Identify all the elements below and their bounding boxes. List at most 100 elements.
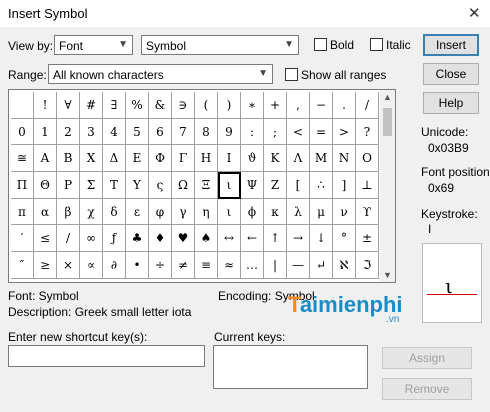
- symbol-cell[interactable]: ι: [218, 198, 241, 226]
- symbol-cell[interactable]: π: [11, 198, 34, 226]
- symbol-cell[interactable]: °: [333, 225, 356, 253]
- show-all-ranges-checkbox[interactable]: [285, 68, 298, 81]
- symbol-cell[interactable]: /: [57, 225, 80, 253]
- remove-button[interactable]: Remove: [382, 378, 472, 400]
- symbol-cell[interactable]: ×: [57, 252, 80, 279]
- symbol-cell[interactable]: 9: [218, 118, 241, 146]
- symbol-cell[interactable]: Ν: [333, 145, 356, 173]
- symbol-cell[interactable]: ν: [333, 198, 356, 226]
- symbol-cell[interactable]: ?: [356, 118, 379, 146]
- symbol-cell[interactable]: 0: [11, 118, 34, 146]
- symbol-cell[interactable]: .: [333, 92, 356, 119]
- scroll-up-icon[interactable]: ▲: [383, 92, 392, 102]
- symbol-cell[interactable]: α: [34, 198, 57, 226]
- symbol-cell[interactable]: ∗: [241, 92, 264, 119]
- symbol-cell[interactable]: ε: [126, 198, 149, 226]
- symbol-cell[interactable]: 3: [80, 118, 103, 146]
- symbol-cell[interactable]: Χ: [80, 145, 103, 173]
- symbol-cell[interactable]: Ι: [218, 145, 241, 173]
- grid-scrollbar[interactable]: ▲ ▼: [380, 90, 395, 282]
- symbol-cell[interactable]: Λ: [287, 145, 310, 173]
- symbol-cell[interactable]: ≠: [172, 252, 195, 279]
- symbol-cell[interactable]: ∃: [103, 92, 126, 119]
- symbol-cell[interactable]: 6: [149, 118, 172, 146]
- symbol-cell[interactable]: (: [195, 92, 218, 119]
- symbol-cell[interactable]: ⊥: [356, 172, 379, 199]
- symbol-cell[interactable]: Ε: [126, 145, 149, 173]
- symbol-cell[interactable]: ]: [333, 172, 356, 199]
- symbol-cell[interactable]: ∴: [310, 172, 333, 199]
- close-icon[interactable]: ✕: [468, 4, 481, 22]
- symbol-cell[interactable]: >: [333, 118, 356, 146]
- symbol-cell[interactable]: Ο: [356, 145, 379, 173]
- symbol-cell[interactable]: ≈: [218, 252, 241, 279]
- symbol-cell[interactable]: ′: [11, 225, 34, 253]
- symbol-cell[interactable]: 8: [195, 118, 218, 146]
- symbol-cell[interactable]: %: [126, 92, 149, 119]
- symbol-cell[interactable]: ℵ: [333, 252, 356, 279]
- symbol-cell[interactable]: ∞: [80, 225, 103, 253]
- symbol-cell[interactable]: Μ: [310, 145, 333, 173]
- symbol-cell[interactable]: λ: [287, 198, 310, 226]
- symbol-cell[interactable]: Θ: [34, 172, 57, 199]
- symbol-cell[interactable]: ϑ: [241, 145, 264, 173]
- symbol-cell[interactable]: Κ: [264, 145, 287, 173]
- symbol-cell[interactable]: 7: [172, 118, 195, 146]
- view-by-select[interactable]: Font ▼: [54, 35, 133, 55]
- symbol-cell[interactable]: Τ: [103, 172, 126, 199]
- symbol-cell[interactable]: χ: [80, 198, 103, 226]
- symbol-cell[interactable]: Υ: [126, 172, 149, 199]
- symbol-cell[interactable]: ±: [356, 225, 379, 253]
- current-keys-list[interactable]: [213, 345, 368, 389]
- symbol-cell[interactable]: [11, 92, 34, 119]
- help-button[interactable]: Help: [423, 92, 479, 114]
- symbol-cell[interactable]: =: [310, 118, 333, 146]
- symbol-cell[interactable]: Π: [11, 172, 34, 199]
- symbol-cell[interactable]: Η: [195, 145, 218, 173]
- symbol-cell[interactable]: ∀: [57, 92, 80, 119]
- symbol-cell[interactable]: ↵: [310, 252, 333, 279]
- symbol-cell[interactable]: 2: [57, 118, 80, 146]
- symbol-cell[interactable]: &: [149, 92, 172, 119]
- symbol-cell[interactable]: β: [57, 198, 80, 226]
- range-select[interactable]: All known characters ▼: [48, 64, 273, 84]
- symbol-cell[interactable]: Ζ: [264, 172, 287, 199]
- symbol-cell[interactable]: ℑ: [356, 252, 379, 279]
- symbol-cell[interactable]: ;: [264, 118, 287, 146]
- symbol-cell[interactable]: 4: [103, 118, 126, 146]
- symbol-cell[interactable]: /: [356, 92, 379, 119]
- symbol-cell[interactable]: Ω: [172, 172, 195, 199]
- symbol-cell[interactable]: Ψ: [241, 172, 264, 199]
- scroll-thumb[interactable]: [383, 108, 392, 136]
- symbol-cell[interactable]: μ: [310, 198, 333, 226]
- symbol-cell[interactable]: →: [287, 225, 310, 253]
- symbol-cell[interactable]: +: [264, 92, 287, 119]
- symbol-cell[interactable]: <: [287, 118, 310, 146]
- symbol-cell[interactable]: ♦: [149, 225, 172, 253]
- symbol-cell[interactable]: Β: [57, 145, 80, 173]
- symbol-cell[interactable]: ↑: [264, 225, 287, 253]
- symbol-cell[interactable]: #: [80, 92, 103, 119]
- symbol-cell[interactable]: ♥: [172, 225, 195, 253]
- scroll-down-icon[interactable]: ▼: [383, 270, 392, 280]
- close-button[interactable]: Close: [423, 63, 479, 85]
- symbol-cell[interactable]: ↓: [310, 225, 333, 253]
- symbol-cell[interactable]: Α: [34, 145, 57, 173]
- symbol-cell[interactable]: ♣: [126, 225, 149, 253]
- shortcut-input[interactable]: [8, 345, 205, 367]
- symbol-cell[interactable]: 5: [126, 118, 149, 146]
- assign-button[interactable]: Assign: [382, 347, 472, 369]
- symbol-cell[interactable]: ∝: [80, 252, 103, 279]
- symbol-cell[interactable]: ): [218, 92, 241, 119]
- symbol-cell[interactable]: Σ: [80, 172, 103, 199]
- symbol-cell[interactable]: κ: [264, 198, 287, 226]
- symbol-cell[interactable]: ,: [287, 92, 310, 119]
- symbol-cell[interactable]: ƒ: [103, 225, 126, 253]
- symbol-cell[interactable]: Δ: [103, 145, 126, 173]
- symbol-cell[interactable]: ″: [11, 252, 34, 279]
- symbol-cell[interactable]: ↔: [218, 225, 241, 253]
- symbol-cell[interactable]: Φ: [149, 145, 172, 173]
- symbol-cell[interactable]: —: [287, 252, 310, 279]
- symbol-cell[interactable]: δ: [103, 198, 126, 226]
- symbol-cell[interactable]: …: [241, 252, 264, 279]
